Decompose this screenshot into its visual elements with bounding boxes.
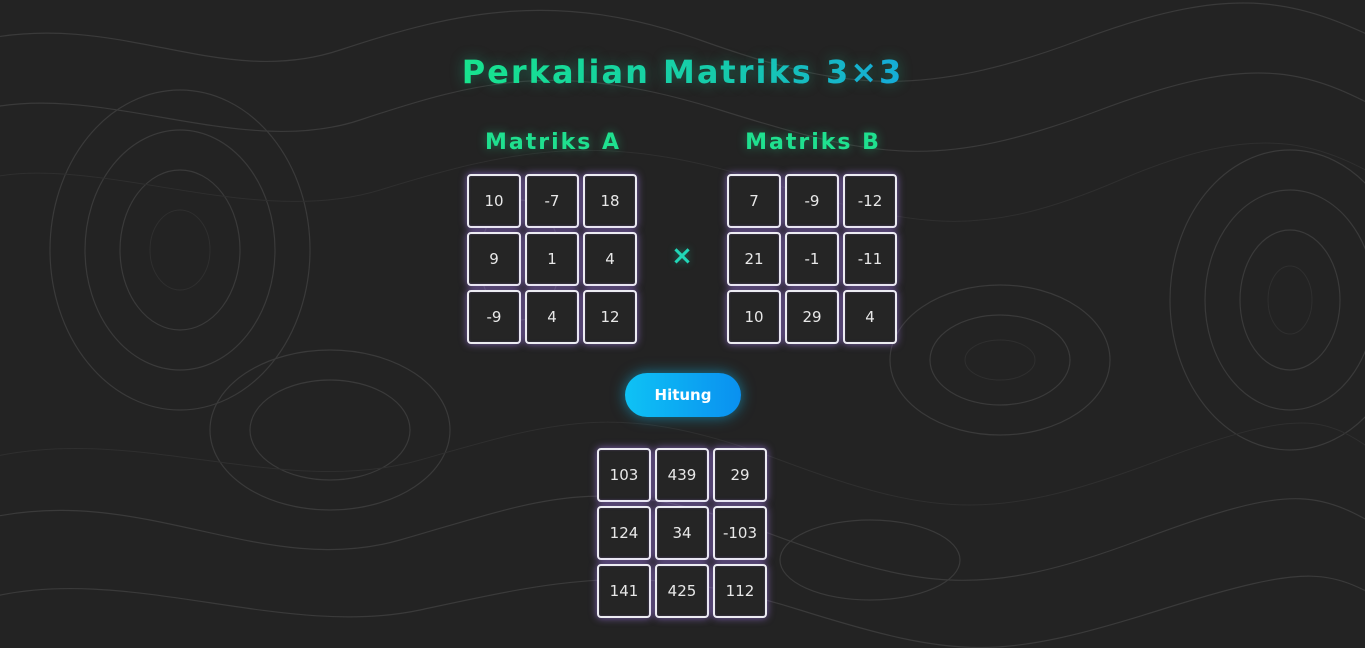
multiply-icon: ×	[671, 241, 693, 271]
calculate-button[interactable]: Hitung	[625, 373, 741, 417]
matrix-b-cell[interactable]	[843, 290, 897, 344]
matrix-a-grid	[467, 174, 637, 344]
result-cell: 29	[713, 448, 767, 502]
matrix-b-grid	[727, 174, 897, 344]
matrix-a-cell[interactable]	[583, 232, 637, 286]
matrix-a-cell[interactable]	[525, 174, 579, 228]
matrix-b-cell[interactable]	[727, 232, 781, 286]
matrix-b-cell[interactable]	[843, 232, 897, 286]
matrix-b-label: Matriks B	[745, 130, 881, 155]
matrix-b-cell[interactable]	[785, 232, 839, 286]
result-cell: 425	[655, 564, 709, 618]
matrix-a-cell[interactable]	[583, 174, 637, 228]
page-title: Perkalian Matriks 3×3	[461, 53, 904, 91]
matrix-a-cell[interactable]	[583, 290, 637, 344]
result-cell: 439	[655, 448, 709, 502]
matrix-a-cell[interactable]	[525, 232, 579, 286]
matrix-a-cell[interactable]	[525, 290, 579, 344]
matrix-a-label: Matriks A	[484, 130, 622, 155]
matrix-a-cell[interactable]	[467, 174, 521, 228]
matrix-b-cell[interactable]	[727, 174, 781, 228]
result-cell: -103	[713, 506, 767, 560]
matrix-a-cell[interactable]	[467, 232, 521, 286]
result-cell: 112	[713, 564, 767, 618]
result-cell: 141	[597, 564, 651, 618]
result-cell: 103	[597, 448, 651, 502]
matrix-a-cell[interactable]	[467, 290, 521, 344]
matrix-b-cell[interactable]	[785, 290, 839, 344]
main-content: Perkalian Matriks 3×3 Matriks A Matriks …	[0, 0, 1365, 648]
result-cell: 34	[655, 506, 709, 560]
result-cell: 124	[597, 506, 651, 560]
result-matrix-grid: 103 439 29 124 34 -103 141 425 112	[597, 448, 767, 618]
matrix-b-cell[interactable]	[843, 174, 897, 228]
matrix-b-cell[interactable]	[727, 290, 781, 344]
matrix-b-cell[interactable]	[785, 174, 839, 228]
